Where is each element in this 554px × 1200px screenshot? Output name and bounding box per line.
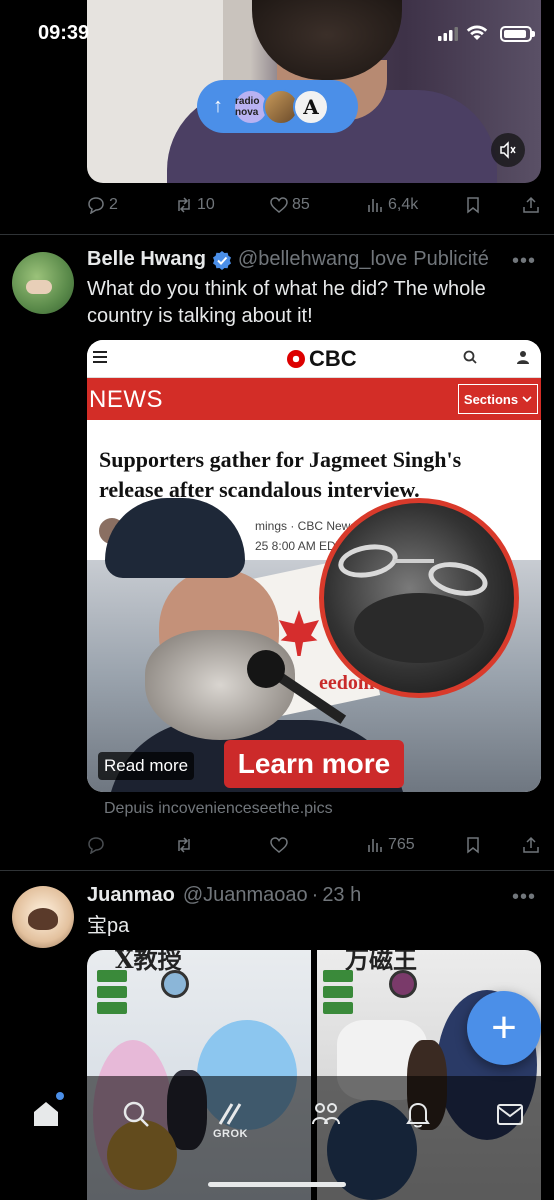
user-icon <box>517 351 529 364</box>
divider <box>0 870 554 871</box>
home-indicator <box>208 1182 346 1187</box>
like-button[interactable]: 85 <box>270 196 366 214</box>
share-button[interactable] <box>522 836 540 854</box>
emblem-icon <box>389 970 417 998</box>
status-time: 09:39 <box>38 22 90 44</box>
nav-search[interactable] <box>116 1094 156 1134</box>
nav-messages[interactable] <box>490 1094 530 1134</box>
grok-label: GROK <box>213 1128 248 1140</box>
repost-button[interactable]: 10 <box>175 196 270 214</box>
bookmark-icon <box>467 197 479 214</box>
news-section-bar: NEWS Sections <box>87 378 541 420</box>
reply-icon <box>88 837 104 854</box>
reply-button[interactable]: 2 <box>87 196 175 214</box>
nav-notifications[interactable] <box>398 1094 438 1134</box>
microphone-icon <box>247 650 285 688</box>
sections-button: Sections <box>458 384 538 414</box>
bookmark-button[interactable] <box>464 196 522 214</box>
tweet-header: Juanmao @Juanmaoao · 23 h <box>87 884 362 907</box>
view-count: 765 <box>388 836 415 853</box>
new-post-avatar: A <box>293 88 329 125</box>
ad-source-link[interactable]: Depuis incoveniencеseethe.pics <box>104 800 333 818</box>
cbc-gem-icon <box>287 350 305 368</box>
search-icon <box>123 1101 149 1127</box>
search-icon <box>463 350 477 364</box>
views-button[interactable]: 765 <box>366 836 464 854</box>
avatar[interactable] <box>12 886 74 948</box>
divider <box>0 234 554 235</box>
author-handle[interactable]: @Juanmaoao <box>183 884 308 907</box>
notification-dot <box>56 1092 64 1100</box>
tweet-actions: 2 10 85 6,4k <box>87 196 541 214</box>
cbc-logo: CBC <box>287 346 357 372</box>
x-emblem-icon <box>161 970 189 998</box>
analytics-icon <box>368 199 382 212</box>
home-icon <box>34 1102 58 1126</box>
speaker-muted-icon <box>500 141 516 159</box>
communities-icon <box>312 1103 340 1125</box>
nav-home[interactable] <box>26 1094 66 1134</box>
views-button[interactable]: 6,4k <box>366 196 464 214</box>
promoted-label: Publicité <box>413 248 489 270</box>
author-name[interactable]: Juanmao <box>87 884 175 907</box>
wifi-icon <box>466 25 488 40</box>
like-count: 85 <box>292 196 310 213</box>
chevron-down-icon <box>522 396 532 403</box>
author-handle[interactable]: @bellehwang_love <box>238 248 407 271</box>
tweet-time[interactable]: 23 h <box>322 884 361 907</box>
repost-icon <box>178 837 190 853</box>
handcuffs-inset <box>319 498 519 698</box>
tweet-actions: 765 <box>87 836 541 854</box>
repost-count: 10 <box>197 196 215 213</box>
new-posts-pill[interactable]: ↑ radio nova A <box>197 80 358 133</box>
tweet-text: What do you think of what he did? The wh… <box>87 278 486 327</box>
tweet-header: Belle Hwang @bellehwang_love Publicité <box>87 248 489 271</box>
article-headline: Supporters gather for Jagmeet Singh's re… <box>99 447 462 502</box>
status-bar: 09:39 <box>0 0 554 66</box>
bell-icon <box>406 1102 430 1128</box>
repost-icon <box>178 197 190 213</box>
heart-icon <box>270 197 288 213</box>
author-name[interactable]: Belle Hwang <box>87 248 206 271</box>
bookmark-button[interactable] <box>464 836 522 854</box>
more-options-icon[interactable]: ••• <box>512 886 536 909</box>
reply-button[interactable] <box>87 836 175 854</box>
grok-icon <box>218 1103 242 1125</box>
reply-count: 2 <box>109 196 118 213</box>
more-options-icon[interactable]: ••• <box>512 250 536 273</box>
battery-icon <box>500 26 535 42</box>
compose-button[interactable]: + <box>467 991 541 1065</box>
cellular-signal-icon <box>438 27 458 41</box>
mail-icon <box>497 1104 523 1125</box>
news-label: NEWS <box>89 386 163 413</box>
view-count: 6,4k <box>388 196 419 213</box>
verified-badge-icon <box>212 250 231 270</box>
share-icon <box>523 196 539 213</box>
learn-more-button[interactable]: Learn more <box>224 740 404 788</box>
repost-button[interactable] <box>175 836 270 854</box>
cbc-header: CBC <box>87 340 541 378</box>
hamburger-menu-icon <box>93 351 107 366</box>
read-more-label[interactable]: Read more <box>98 752 195 780</box>
mute-button[interactable] <box>491 133 525 167</box>
tweet-text: 宝pa <box>87 915 130 937</box>
like-button[interactable] <box>270 836 366 854</box>
bookmark-icon <box>467 837 479 854</box>
nav-communities[interactable] <box>306 1094 346 1134</box>
share-button[interactable] <box>522 196 540 214</box>
reply-icon <box>88 197 104 214</box>
heart-icon <box>270 837 288 853</box>
analytics-icon <box>368 839 382 852</box>
avatar[interactable] <box>12 252 74 314</box>
share-icon <box>523 836 539 853</box>
ad-card[interactable]: CBC NEWS Sections Supporters gather for … <box>87 340 541 792</box>
arrow-up-icon: ↑ <box>213 95 223 117</box>
